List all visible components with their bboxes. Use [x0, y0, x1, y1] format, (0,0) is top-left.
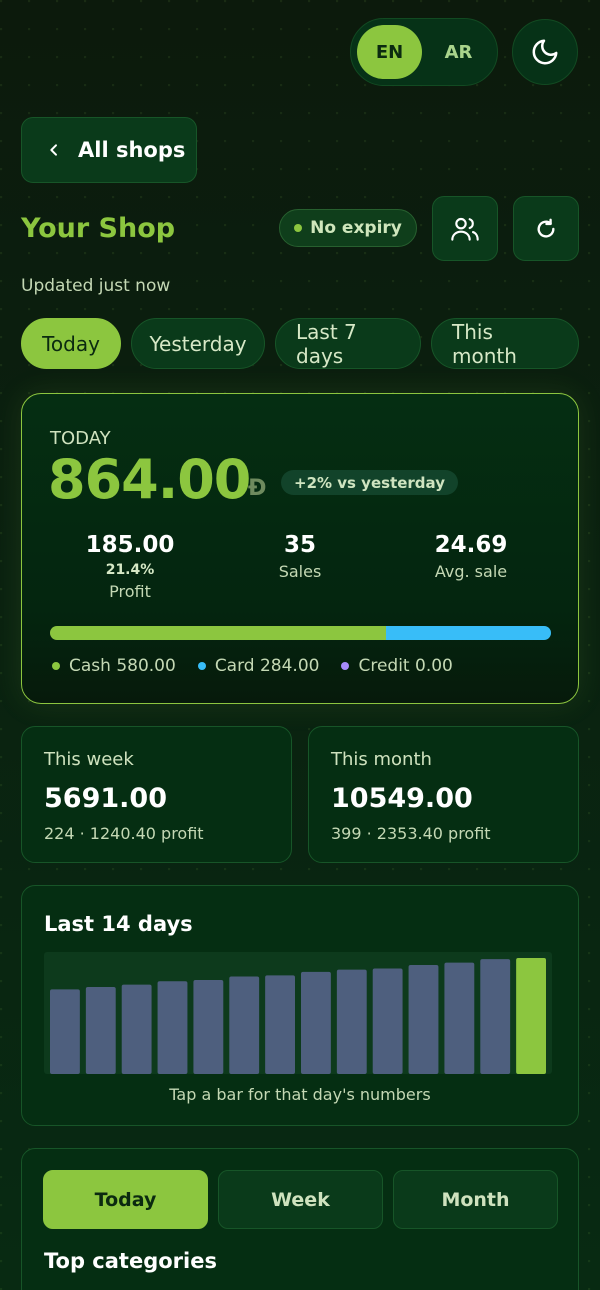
- chart-bar-day-11[interactable]: [408, 964, 439, 1074]
- chart-hint: Tap a bar for that day's numbers: [169, 1085, 431, 1104]
- cash-segment: [50, 626, 387, 640]
- tab-this-month[interactable]: This month: [431, 318, 579, 369]
- chart-bar-day-10[interactable]: [372, 968, 403, 1074]
- period-tab-week[interactable]: Week: [218, 1170, 383, 1229]
- moon-icon: [532, 39, 558, 65]
- today-label: TODAY: [50, 428, 111, 449]
- avg-sale-stat: 24.69 Avg. sale: [391, 532, 551, 581]
- refresh-button[interactable]: [513, 196, 579, 261]
- chart-bar-day-5[interactable]: [193, 980, 224, 1074]
- period-tabs: Today Week Month: [43, 1170, 558, 1229]
- users-icon: [451, 217, 479, 241]
- lang-en-button[interactable]: EN: [357, 25, 422, 79]
- chart-bar-day-14[interactable]: [516, 958, 546, 1074]
- top-categories-card: Today Week Month Top categories: [21, 1148, 579, 1290]
- chart-bar-day-2[interactable]: [85, 987, 116, 1074]
- staff-button[interactable]: [432, 196, 498, 261]
- tab-last-7-days[interactable]: Last 7 days: [275, 318, 421, 369]
- period-tab-today[interactable]: Today: [43, 1170, 208, 1229]
- profit-stat: 185.00 21.4% Profit: [50, 532, 210, 601]
- tab-yesterday[interactable]: Yesterday: [131, 318, 265, 369]
- month-title: This month: [331, 749, 432, 770]
- currency-symbol: Đ: [248, 476, 267, 501]
- chart-bar-day-12[interactable]: [444, 962, 475, 1074]
- chevron-left-icon: [50, 144, 57, 156]
- chart-bar-day-6[interactable]: [229, 976, 260, 1074]
- chart-bar-day-8[interactable]: [301, 971, 331, 1074]
- top-controls: EN AR: [350, 18, 578, 86]
- language-toggle[interactable]: EN AR: [350, 18, 498, 86]
- sales-value: 35: [283, 532, 316, 558]
- chart-bar-day-13[interactable]: [480, 959, 511, 1074]
- sales-label: Sales: [278, 562, 322, 581]
- legend-card: Card 284.00: [197, 656, 319, 676]
- avg-sale-label: Avg. sale: [434, 562, 508, 581]
- week-value: 5691.00: [44, 783, 167, 814]
- chart-bar-day-9[interactable]: [336, 969, 367, 1074]
- expiry-label: No expiry: [310, 218, 402, 238]
- avg-sale-value: 24.69: [434, 532, 508, 558]
- today-summary-card: TODAY 864.00 Đ +2% vs yesterday 185.00 2…: [21, 393, 579, 704]
- legend-cash: Cash 580.00: [52, 656, 176, 676]
- all-shops-label: All shops: [78, 138, 186, 162]
- theme-toggle-button[interactable]: [512, 19, 578, 85]
- expiry-badge: No expiry: [279, 209, 417, 247]
- all-shops-button[interactable]: All shops: [21, 117, 197, 183]
- chart-bar-day-3[interactable]: [121, 984, 152, 1074]
- updated-status: Updated just now: [21, 276, 171, 296]
- payment-split-bar: [50, 626, 551, 640]
- chart-track: [44, 952, 552, 1074]
- last-14-days-chart-card: Last 14 days Tap a bar for that day's nu…: [21, 885, 579, 1126]
- tab-today[interactable]: Today: [21, 318, 121, 369]
- shop-title: Your Shop: [21, 213, 176, 244]
- card-segment: [386, 626, 551, 640]
- chart-bar-day-4[interactable]: [157, 981, 188, 1074]
- this-week-card: This week 5691.00 224 · 1240.40 profit: [21, 726, 292, 863]
- chart-bar-day-7[interactable]: [265, 975, 295, 1074]
- sales-stat: 35 Sales: [220, 532, 380, 581]
- profit-label: Profit: [109, 582, 151, 601]
- profit-value: 185.00: [85, 532, 175, 558]
- chart-title: Last 14 days: [44, 912, 193, 936]
- top-categories-title: Top categories: [44, 1249, 217, 1273]
- delta-badge: +2% vs yesterday: [281, 470, 458, 495]
- refresh-icon: [537, 218, 555, 238]
- lang-ar-button[interactable]: AR: [426, 25, 491, 79]
- range-tabs: Today Yesterday Last 7 days This month: [21, 318, 579, 369]
- week-detail: 224 · 1240.40 profit: [44, 824, 204, 843]
- week-title: This week: [44, 749, 134, 770]
- month-value: 10549.00: [331, 783, 473, 814]
- payment-legend: Cash 580.00 Card 284.00 Credit 0.00: [52, 656, 453, 676]
- this-month-card: This month 10549.00 399 · 2353.40 profit: [308, 726, 579, 863]
- month-detail: 399 · 2353.40 profit: [331, 824, 491, 843]
- today-amount: 864.00: [48, 448, 251, 511]
- bar-chart: [44, 952, 552, 1074]
- status-dot: [294, 224, 303, 232]
- chart-bar-day-1[interactable]: [50, 989, 80, 1074]
- profit-margin: 21.4%: [105, 562, 155, 578]
- period-tab-month[interactable]: Month: [393, 1170, 558, 1229]
- legend-credit: Credit 0.00: [341, 656, 453, 676]
